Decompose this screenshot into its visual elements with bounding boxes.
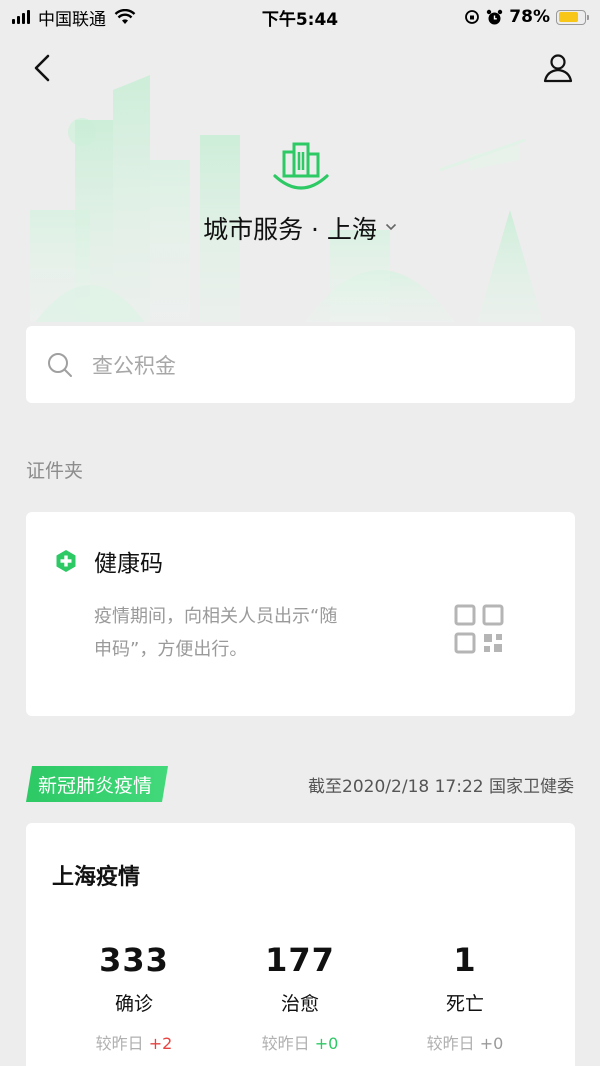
user-icon: [543, 54, 573, 83]
epidemic-tag: 新冠肺炎疫情: [26, 766, 168, 802]
health-code-card[interactable]: 健康码 疫情期间，向相关人员出示“随 申码”，方便出行。: [26, 512, 575, 716]
signal-icon: [12, 10, 30, 24]
search-input[interactable]: 查公积金: [26, 326, 575, 403]
health-code-description: 疫情期间，向相关人员出示“随 申码”，方便出行。: [94, 600, 414, 666]
epidemic-source: 截至2020/2/18 17:22 国家卫健委: [308, 777, 574, 797]
back-button[interactable]: [22, 46, 62, 90]
health-code-title: 健康码: [94, 551, 163, 577]
battery-level: [558, 12, 578, 22]
stat-recovered: 177 治愈 较昨日 +0: [217, 941, 383, 1054]
stat-label: 确诊: [114, 993, 153, 1015]
status-bar: 中国联通 下午5:44 78%: [0, 0, 600, 34]
health-cross-icon: [56, 550, 76, 572]
battery-icon: [556, 9, 589, 25]
stats-card-title: 上海疫情: [52, 865, 141, 890]
stat-delta-row: 较昨日 +2: [51, 1030, 217, 1054]
status-bar-left: 中国联通: [12, 5, 136, 30]
city-title-text: 城市服务 · 上海: [203, 215, 377, 244]
chevron-down-icon: [385, 223, 396, 231]
chevron-left-icon: [34, 54, 50, 82]
qr-code-icon: [454, 604, 504, 654]
battery-percent: 78%: [509, 7, 550, 27]
stat-delta-prefix: 较昨日: [261, 1034, 310, 1053]
stat-delta-row: 较昨日 +0: [217, 1030, 383, 1054]
stat-delta-value: +0: [479, 1034, 504, 1053]
search-placeholder: 查公积金: [92, 353, 176, 378]
stat-label: 治愈: [280, 993, 319, 1015]
section-label-wallet: 证件夹: [26, 460, 84, 482]
header-illustration: [0, 75, 600, 330]
carrier-label: 中国联通: [38, 9, 106, 30]
health-code-description-line-1: 疫情期间，向相关人员出示“随: [94, 606, 338, 627]
stat-value: 177: [265, 941, 335, 979]
wifi-icon: [114, 9, 136, 24]
health-code-title-row: 健康码: [54, 544, 163, 578]
city-buildings-icon: [273, 142, 329, 190]
stat-delta-prefix: 较昨日: [95, 1034, 144, 1053]
stat-deaths: 1 死亡 较昨日 +0: [382, 941, 548, 1054]
stat-confirmed: 333 确诊 较昨日 +2: [51, 941, 217, 1054]
epidemic-stats-card[interactable]: 上海疫情 333 确诊 较昨日 +2 177 治愈 较昨日 +0 1 死亡 较昨…: [26, 823, 575, 1066]
health-code-description-line-2: 申码”，方便出行。: [94, 639, 248, 660]
stat-delta-prefix: 较昨日: [426, 1034, 475, 1053]
stat-value: 1: [453, 941, 477, 979]
stat-delta-value: +0: [314, 1034, 339, 1053]
alarm-icon: [487, 9, 503, 24]
status-bar-right: 78%: [464, 7, 589, 27]
search-icon: [48, 352, 72, 377]
profile-button[interactable]: [538, 46, 578, 90]
stat-value: 333: [99, 941, 169, 979]
orientation-lock-icon: [465, 10, 480, 24]
top-navigation: [0, 44, 600, 92]
stat-delta-value: +2: [148, 1034, 173, 1053]
stat-label: 死亡: [445, 993, 484, 1015]
city-selector[interactable]: 城市服务 · 上海: [0, 210, 600, 246]
stat-delta-row: 较昨日 +0: [382, 1030, 548, 1054]
